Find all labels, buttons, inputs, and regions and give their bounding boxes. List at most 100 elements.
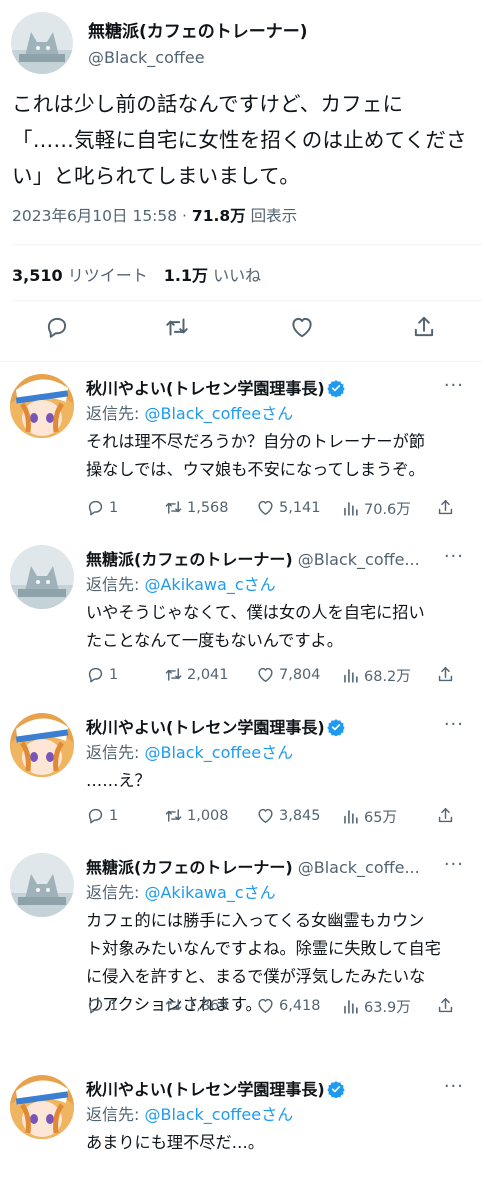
avatar[interactable] [10, 713, 74, 777]
tweet-text: これは少し前の話なんですけど、カフェに 「……気軽に自宅に女性を招くのは止めてく… [12, 86, 474, 194]
mention-link[interactable]: @Black_coffeeさん [144, 404, 293, 423]
like-button[interactable]: 6,418 [256, 996, 321, 1015]
more-options-icon[interactable]: ··· [444, 375, 464, 396]
avatar[interactable] [10, 853, 74, 917]
more-options-icon[interactable]: ··· [444, 854, 464, 875]
mention-suffix: さん [243, 575, 276, 594]
like-count: 1.1万 [163, 266, 209, 285]
mention-suffix: さん [261, 743, 294, 762]
divider [12, 244, 482, 245]
views-button[interactable]: 63.9万 [341, 996, 411, 1017]
share-button[interactable] [436, 498, 455, 517]
like-stat[interactable]: 1.1万 いいね [164, 266, 261, 285]
reply-tweet[interactable]: 無糖派(カフェのトレーナー) @Black_coffe... ··· 返信先: … [0, 843, 482, 1065]
reply-to-label: 返信先: [86, 743, 145, 762]
reply-tweet[interactable]: 無糖派(カフェのトレーナー) @Black_coffe... ··· 返信先: … [0, 535, 482, 703]
like-icon [256, 498, 275, 517]
reply-text: あまりにも理不尽だ…。 [86, 1129, 476, 1157]
reply-button[interactable]: 1 [86, 665, 118, 684]
display-name[interactable]: 秋川やよい(トレセン学園理事長) [86, 718, 325, 737]
user-handle[interactable]: @Black_coffee [88, 48, 205, 67]
view-count: 65万 [364, 810, 397, 826]
retweet-button[interactable]: 2,041 [164, 665, 229, 684]
views-icon [341, 666, 360, 685]
display-name[interactable]: 秋川やよい(トレセン学園理事長) [86, 1080, 325, 1099]
reply-tweet[interactable]: 秋川やよい(トレセン学園理事長) ··· 返信先: @Black_coffeeさ… [0, 1065, 482, 1200]
mention-link[interactable]: @Black_coffeeさん [144, 743, 293, 762]
like-icon[interactable] [289, 314, 319, 344]
views-button[interactable]: 65万 [341, 806, 397, 827]
views-icon [341, 807, 360, 826]
reply-text-line: カフェ的には勝手に入ってくる女幽霊もカウン [86, 911, 425, 930]
reply-button[interactable]: 1 [86, 498, 118, 517]
retweet-button[interactable]: 1,568 [164, 498, 229, 517]
views-button[interactable]: 68.2万 [341, 665, 411, 686]
like-button[interactable]: 3,845 [256, 806, 321, 825]
reply-tweet[interactable]: 秋川やよい(トレセン学園理事長) ··· 返信先: @Black_coffeeさ… [0, 364, 482, 535]
mention-suffix: さん [261, 404, 294, 423]
reply-text: それは理不尽だろうか？自分のトレーナーが節 操なしでは、ウマ娘も不安になってしまう… [86, 428, 476, 484]
reply-icon[interactable] [44, 314, 74, 344]
reply-actions: 1 1,869 6,418 63.9万 [86, 996, 476, 1018]
avatar[interactable] [11, 12, 73, 74]
display-name[interactable]: 無糖派(カフェのトレーナー) [86, 550, 293, 569]
more-options-icon[interactable]: ··· [444, 714, 464, 735]
retweet-button[interactable]: 1,869 [164, 996, 229, 1015]
reply-icon [86, 498, 105, 517]
retweet-count: 1,008 [187, 807, 229, 824]
avatar[interactable] [10, 1075, 74, 1139]
reply-to-label: 返信先: [86, 575, 145, 594]
timestamp[interactable]: 2023年6月10日 15:58 · [12, 207, 192, 225]
reply-to: 返信先: @Black_coffeeさん [86, 739, 293, 763]
reply-text-line: いやそうじゃなくて、僕は女の人を自宅に招い [86, 603, 425, 622]
mention-link[interactable]: @Akikawa_cさん [144, 883, 275, 902]
retweet-stat[interactable]: 3,510 リツイート [12, 266, 148, 285]
reply-text: ……え？ [86, 767, 476, 795]
mention-link[interactable]: @Akikawa_cさん [144, 575, 275, 594]
views-icon [341, 499, 360, 518]
display-name[interactable]: 無糖派(カフェのトレーナー) [86, 858, 293, 877]
mention-link[interactable]: @Black_coffeeさん [144, 1105, 293, 1124]
reply-icon [86, 806, 105, 825]
like-button[interactable]: 5,141 [256, 498, 321, 517]
retweet-button[interactable]: 1,008 [164, 806, 229, 825]
reply-button[interactable]: 1 [86, 806, 118, 825]
reply-to: 返信先: @Akikawa_cさん [86, 879, 276, 903]
reply-icon [86, 665, 105, 684]
divider [0, 361, 482, 362]
like-button[interactable]: 7,804 [256, 665, 321, 684]
more-options-icon[interactable]: ··· [444, 1076, 464, 1097]
reply-actions: 1 2,041 7,804 68.2万 [86, 665, 476, 687]
share-icon [436, 996, 455, 1015]
share-icon[interactable] [411, 314, 441, 344]
share-button[interactable] [436, 996, 455, 1015]
reply-button[interactable]: 1 [86, 996, 118, 1015]
retweet-icon[interactable] [164, 314, 194, 344]
more-options-icon[interactable]: ··· [444, 546, 464, 567]
reply-header: 無糖派(カフェのトレーナー) @Black_coffe... [86, 854, 420, 878]
reply-to: 返信先: @Akikawa_cさん [86, 571, 276, 595]
reply-text-line: ト対象みたいなんですよね。除霊に失敗して自宅 [86, 939, 441, 958]
avatar[interactable] [10, 374, 74, 438]
share-button[interactable] [436, 806, 455, 825]
avatar[interactable] [10, 545, 74, 609]
retweet-icon [164, 665, 183, 684]
reply-tweet[interactable]: 秋川やよい(トレセン学園理事長) ··· 返信先: @Black_coffeeさ… [0, 703, 482, 843]
view-count-label: 回表示 [245, 207, 298, 225]
display-name[interactable]: 秋川やよい(トレセン学園理事長) [86, 379, 325, 398]
mention-handle: @Akikawa_c [144, 883, 244, 902]
user-handle[interactable]: @Black_coffe... [293, 550, 420, 569]
tweet-meta: 2023年6月10日 15:58 · 71.8万 回表示 [12, 204, 297, 226]
retweet-count: 3,510 [12, 266, 63, 285]
reply-header: 秋川やよい(トレセン学園理事長) [86, 375, 345, 399]
reply-to: 返信先: @Black_coffeeさん [86, 1101, 293, 1125]
share-button[interactable] [436, 665, 455, 684]
reply-header: 秋川やよい(トレセン学園理事長) [86, 714, 345, 738]
views-button[interactable]: 70.6万 [341, 498, 411, 519]
user-handle[interactable]: @Black_coffe... [293, 858, 420, 877]
reply-text-line: あまりにも理不尽だ…。 [86, 1133, 265, 1152]
like-count: 7,804 [279, 666, 321, 683]
retweet-count: 2,041 [187, 666, 229, 683]
display-name[interactable]: 無糖派(カフェのトレーナー) [88, 17, 308, 42]
view-count: 63.9万 [364, 1000, 411, 1016]
